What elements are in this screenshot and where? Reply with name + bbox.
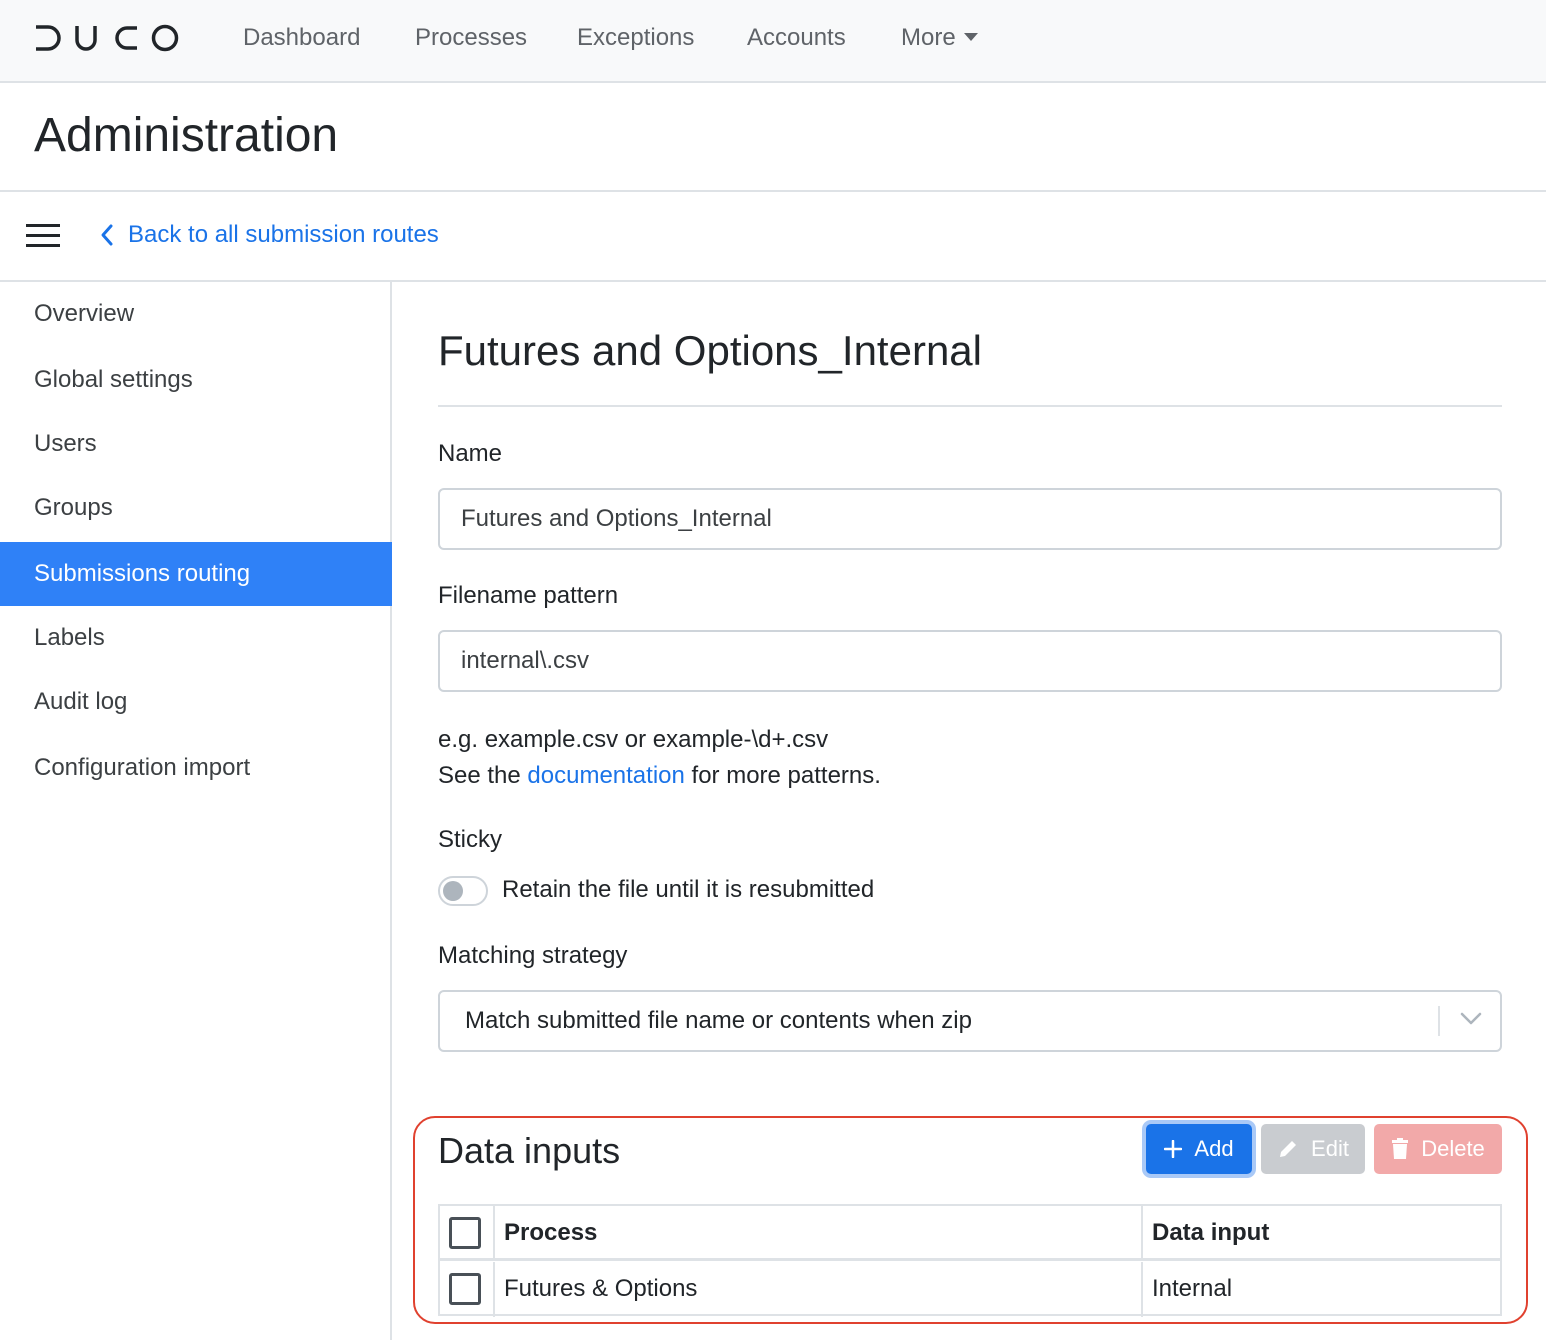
nav-accounts[interactable]: Accounts [747,22,846,54]
edit-data-input-button[interactable]: Edit [1261,1124,1365,1174]
filename-pattern-label: Filename pattern [438,582,619,609]
add-data-input-button[interactable]: Add [1146,1124,1252,1174]
chevron-down-icon [1460,1012,1482,1025]
divider [438,405,1502,407]
select-all-cell [440,1206,495,1261]
help-suffix: for more patterns. [691,762,881,789]
sidebar-item-global-settings[interactable]: Global settings [0,348,392,412]
back-to-routes-link[interactable]: Back to all submission routes [100,218,439,252]
column-divider [1141,1206,1143,1261]
row-process-cell: Futures & Options [504,1275,698,1302]
documentation-link[interactable]: documentation [527,762,684,789]
sticky-toggle[interactable] [438,876,488,906]
filename-help-example: e.g. example.csv or example-\d+.csv [438,726,829,753]
sidebar-item-audit-log[interactable]: Audit log [0,670,392,734]
table-row[interactable]: Futures & Options Internal [440,1262,1500,1317]
trash-icon [1392,1138,1409,1159]
top-navbar: Dashboard Processes Exceptions Accounts … [0,0,1546,83]
page-title: Administration [34,109,339,162]
sticky-toggle-label: Retain the file until it is resubmitted [502,876,875,903]
row-select-cell [440,1262,495,1317]
name-label: Name [438,440,503,467]
sidebar-item-groups[interactable]: Groups [0,476,392,540]
plus-icon [1164,1140,1183,1158]
row-data-input-cell: Internal [1152,1275,1233,1302]
matching-strategy-label: Matching strategy [438,942,628,969]
nav-dashboard[interactable]: Dashboard [243,22,360,54]
filename-help-docs: See the documentation for more patterns. [438,758,881,794]
column-header-process[interactable]: Process [504,1216,597,1250]
chevron-left-icon [101,224,113,246]
help-prefix: See the [438,762,521,789]
sidebar-item-users[interactable]: Users [0,412,392,476]
back-link-label: Back to all submission routes [128,221,439,248]
add-button-label: Add [1194,1136,1234,1161]
table-header-row: Process Data input [440,1206,1500,1261]
data-inputs-table: Process Data input Futures & Options Int… [438,1204,1502,1317]
column-header-data-input[interactable]: Data input [1152,1216,1269,1250]
toggle-knob [443,881,463,901]
edit-button-label: Edit [1311,1136,1349,1161]
data-inputs-title: Data inputs [438,1130,621,1171]
caret-down-icon [963,33,978,41]
delete-button-label: Delete [1421,1136,1485,1161]
matching-strategy-value: Match submitted file name or contents wh… [465,1007,972,1034]
sidebar-item-submissions-routing[interactable]: Submissions routing [0,542,392,606]
sidebar-item-labels[interactable]: Labels [0,606,392,670]
delete-data-input-button[interactable]: Delete [1374,1124,1502,1174]
nav-more-dropdown[interactable]: More [901,22,978,54]
select-all-checkbox[interactable] [449,1217,481,1249]
hamburger-menu-icon[interactable] [26,224,60,248]
name-input[interactable] [438,488,1502,550]
pencil-icon [1280,1141,1297,1157]
sticky-label: Sticky [438,826,503,853]
matching-strategy-select[interactable]: Match submitted file name or contents wh… [438,990,1502,1052]
nav-exceptions[interactable]: Exceptions [577,22,694,54]
sidebar-item-overview[interactable]: Overview [0,282,392,346]
select-separator [1438,1006,1440,1036]
sidebar: Overview Global settings Users Groups Su… [0,282,392,1340]
sidebar-item-configuration-import[interactable]: Configuration import [0,736,392,800]
duco-logo[interactable] [34,24,180,52]
column-divider [1141,1262,1143,1317]
route-title: Futures and Options_Internal [438,327,982,374]
row-checkbox[interactable] [449,1273,481,1305]
nav-more-label: More [901,24,956,51]
filename-pattern-input[interactable] [438,630,1502,692]
nav-processes[interactable]: Processes [415,22,527,54]
